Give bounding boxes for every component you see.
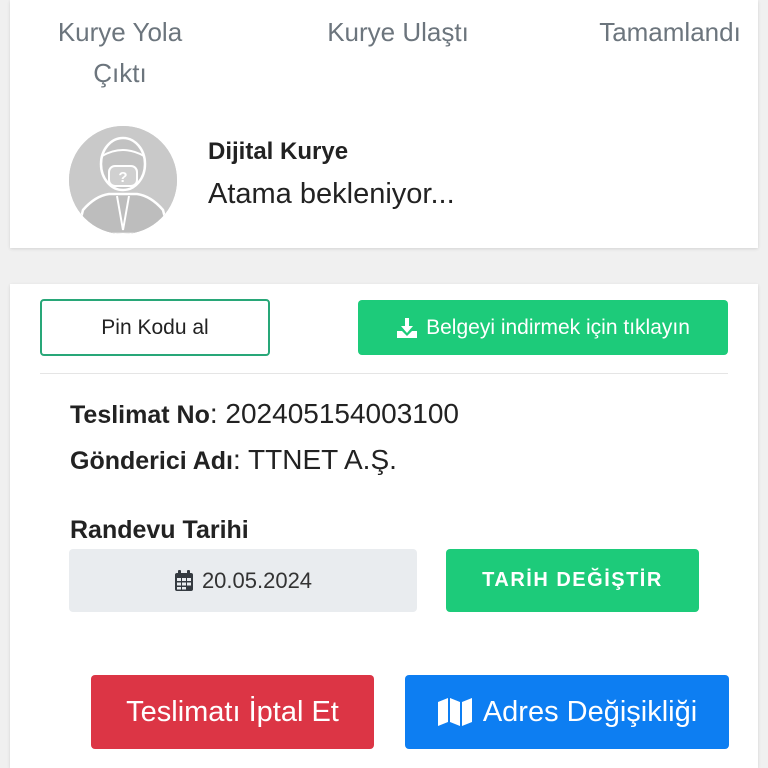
courier-name: Dijital Kurye	[208, 138, 349, 165]
svg-text:?: ?	[118, 169, 127, 186]
cancel-delivery-label: Teslimatı İptal Et	[126, 695, 339, 728]
teslimat-no-label: Teslimat No	[70, 401, 210, 429]
appointment-date-value: 20.05.2024	[201, 567, 313, 593]
address-change-button[interactable]: Adres Değişikliği	[405, 675, 729, 749]
teslimat-no-value: 202405154003100	[225, 398, 459, 429]
courier-avatar: ?	[69, 126, 177, 234]
courier-placeholder-icon: ?	[69, 126, 177, 234]
gonderici-adi-row: Gönderici Adı: TTNET A.Ş.	[70, 444, 397, 475]
download-document-button[interactable]: Belgeyi indirmek için tıklayın	[358, 300, 728, 355]
address-change-label: Adres Değişikliği	[482, 695, 698, 728]
change-date-label: TARİH DEĞİŞTİR	[482, 569, 663, 591]
teslimat-no-row: Teslimat No: 202405154003100	[70, 398, 459, 429]
step-kurye-ulasti: Kurye Ulaştı	[327, 17, 469, 47]
download-icon	[397, 317, 418, 338]
pin-code-label: Pin Kodu al	[101, 315, 209, 339]
download-document-label: Belgeyi indirmek için tıklayın	[426, 315, 690, 339]
step-tamamlandi: Tamamlandı	[599, 17, 741, 47]
randevu-tarihi-label: Randevu Tarihi	[70, 516, 249, 544]
gonderici-adi-label: Gönderici Adı	[70, 447, 233, 475]
divider	[40, 373, 728, 374]
change-date-button[interactable]: TARİH DEĞİŞTİR	[446, 549, 699, 612]
step-kurye-yola-cikti: Kurye Yola Çıktı	[57, 17, 183, 88]
cancel-delivery-button[interactable]: Teslimatı İptal Et	[91, 675, 374, 749]
courier-status: Atama bekleniyor...	[208, 178, 455, 210]
appointment-date-field[interactable]: 20.05.2024	[69, 549, 417, 612]
gonderici-adi-value: TTNET A.Ş.	[248, 444, 397, 475]
map-icon	[437, 698, 472, 726]
delivery-card: Pin Kodu al Belgeyi indirmek için tıklay…	[10, 284, 758, 768]
calendar-icon	[174, 569, 193, 591]
tracking-card: Kurye Yola Çıktı Kurye Ulaştı Tamamlandı…	[10, 0, 758, 248]
pin-code-button[interactable]: Pin Kodu al	[40, 299, 270, 356]
